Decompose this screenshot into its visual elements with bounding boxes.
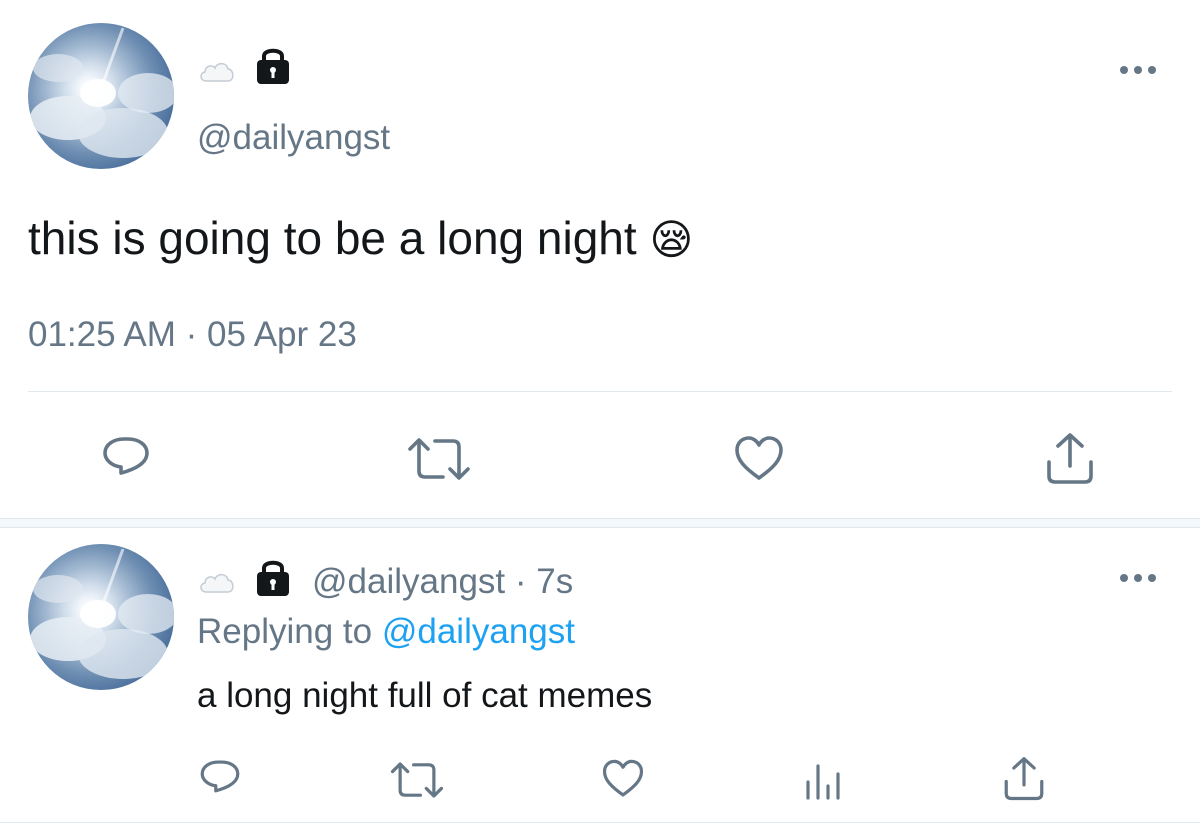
retweet-icon[interactable]: [407, 433, 471, 485]
retweet-icon[interactable]: [390, 758, 444, 802]
share-icon[interactable]: [1044, 432, 1096, 486]
avatar[interactable]: [28, 544, 174, 690]
replying-to-line: Replying to @dailyangst: [197, 610, 575, 654]
divider: [28, 391, 1172, 392]
more-options-icon[interactable]: [1118, 62, 1158, 78]
tweet-timestamp[interactable]: 01:25 AM · 05 Apr 23: [28, 313, 357, 357]
divider: [0, 822, 1200, 823]
lock-icon: [252, 556, 294, 598]
section-divider: [0, 518, 1200, 528]
share-icon[interactable]: [1002, 756, 1046, 802]
user-handle[interactable]: @dailyangst: [312, 562, 505, 601]
tweet-text-body: this is going to be a long night: [28, 212, 637, 264]
relative-time[interactable]: 7s: [536, 562, 573, 601]
analytics-icon[interactable]: [804, 760, 844, 800]
reply-icon[interactable]: [100, 433, 152, 485]
sleepy-face-emoji: 😪: [649, 216, 694, 263]
user-handle[interactable]: @dailyangst: [197, 116, 390, 160]
replying-to-label: Replying to: [197, 612, 373, 651]
like-icon[interactable]: [601, 758, 645, 800]
reply-header: @dailyangst · 7s: [312, 560, 573, 604]
cloud-icon: [197, 55, 237, 85]
avatar[interactable]: [28, 23, 174, 169]
reply-text: a long night full of cat memes: [197, 676, 653, 715]
mention-link[interactable]: @dailyangst: [382, 612, 575, 651]
cloud-icon: [197, 566, 237, 596]
reply-icon[interactable]: [198, 757, 242, 801]
lock-icon: [252, 44, 294, 86]
more-options-icon[interactable]: [1118, 570, 1158, 586]
separator: ·: [514, 562, 527, 601]
tweet-text: this is going to be a long night 😪: [28, 210, 693, 268]
like-icon[interactable]: [733, 434, 785, 484]
